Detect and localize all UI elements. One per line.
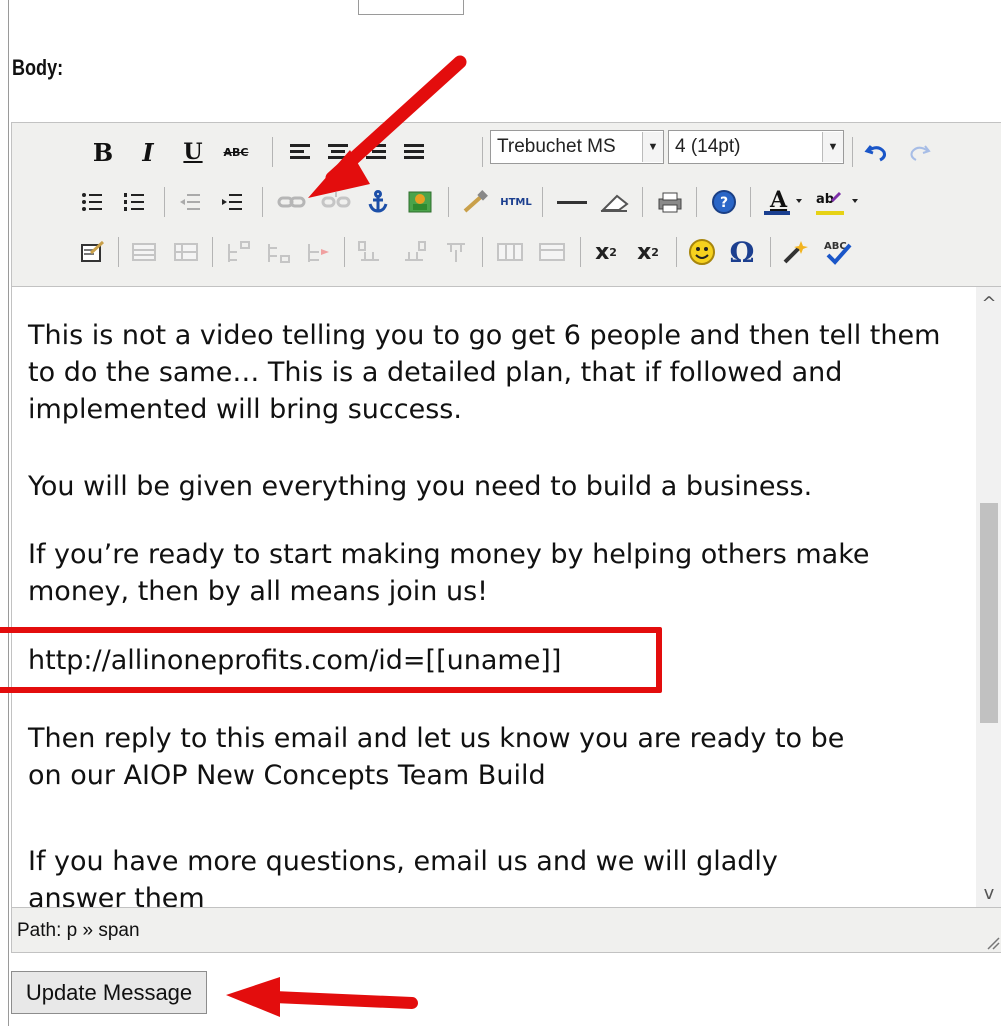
element-path: Path: p » span [17,920,140,941]
toolbar-separator [164,187,165,217]
toolbar-separator [580,237,581,267]
split-cells-icon[interactable] [492,235,528,269]
path-statusbar: Path: p » span [12,907,1001,952]
chevron-down-icon: ▼ [642,132,663,162]
toolbar-separator [542,187,543,217]
scroll-thumb[interactable] [980,503,998,723]
superscript-icon[interactable]: x2 [632,235,664,269]
toolbar-separator [696,187,697,217]
merge-cells-icon[interactable] [534,235,570,269]
html-source-button[interactable]: HTML [496,185,536,219]
content-paragraph-6: If you have more questions, email us and… [28,846,778,907]
annotation-arrow-icon [308,55,467,198]
eraser-icon[interactable] [594,185,634,219]
toolbar-separator [482,137,483,167]
update-message-button[interactable]: Update Message [11,971,207,1014]
text-color-picker[interactable]: A [758,185,806,219]
toolbar-separator [642,187,643,217]
italic-button[interactable]: I [137,135,159,169]
annotation-arrow-icon [226,977,418,1017]
insert-col-after-icon[interactable] [398,235,430,269]
svg-text:ab: ab [816,192,834,207]
svg-text:?: ? [720,195,728,211]
editor-toolbar: B I U ABC Trebuchet MS ▼ 4 (14pt) ▼ HTML… [12,123,1001,286]
content-paragraph-2: You will be given everything you need to… [28,471,813,502]
page-left-rule [8,0,9,1026]
delete-col-icon[interactable] [440,235,472,269]
content-paragraph-5: Then reply to this email and let us know… [28,723,845,791]
bold-button[interactable]: B [92,135,114,169]
content-paragraph-1: This is not a video telling you to go ge… [28,320,941,425]
insert-col-before-icon[interactable] [354,235,386,269]
highlight-box-annotation [0,627,662,693]
font-size-select[interactable]: 4 (14pt) ▼ [668,130,844,164]
font-size-value: 4 (14pt) [675,136,741,157]
toolbar-separator [212,237,213,267]
bullet-list-icon[interactable] [76,185,108,219]
toolbar-row-2: HTML ? A ab [12,183,1001,223]
toolbar-separator [344,237,345,267]
toolbar-separator [482,237,483,267]
toolbar-separator [750,187,751,217]
toolbar-separator [272,137,273,167]
body-label: Body: [12,55,64,80]
outdent-icon[interactable] [174,185,206,219]
toolbar-separator [676,237,677,267]
chevron-down-icon: ▼ [822,132,843,162]
special-char-icon[interactable]: Ω [724,235,760,269]
toolbar-separator [852,137,853,167]
spellcheck-icon[interactable]: ABC [820,235,856,269]
emoticon-icon[interactable] [684,235,720,269]
toolbar-separator [118,237,119,267]
magic-wand-icon[interactable] [778,235,812,269]
delete-row-icon[interactable] [302,235,334,269]
undo-icon[interactable] [860,135,892,169]
resize-grip-icon[interactable] [986,936,1000,950]
editor-scrollbar[interactable]: ^ v [976,286,1001,907]
table-props-icon[interactable] [170,235,202,269]
rich-text-editor: B I U ABC Trebuchet MS ▼ 4 (14pt) ▼ HTML… [11,122,1001,953]
underline-button[interactable]: U [182,135,204,169]
toolbar-separator [262,187,263,217]
cut-off-input[interactable] [358,0,464,15]
editor-content-area[interactable]: This is not a video telling you to go ge… [12,286,976,907]
toolbar-row-1: B I U ABC Trebuchet MS ▼ 4 (14pt) ▼ [12,123,1001,167]
table-insert-icon[interactable] [128,235,160,269]
scroll-down-icon[interactable]: v [976,883,1001,904]
horizontal-rule-icon[interactable] [552,185,592,219]
subscript-icon[interactable]: x2 [590,235,622,269]
toolbar-row-3: x2 x2 Ω ABC [12,233,1001,273]
strikethrough-button[interactable]: ABC [222,135,250,169]
insert-row-before-icon[interactable] [222,235,254,269]
insert-row-after-icon[interactable] [262,235,294,269]
edit-document-icon[interactable] [76,235,108,269]
highlight-color-picker[interactable]: ab [810,185,862,219]
indent-icon[interactable] [216,185,248,219]
numbered-list-icon[interactable] [118,185,150,219]
content-paragraph-3: If you’re ready to start making money by… [28,539,870,607]
redo-icon[interactable] [904,135,936,169]
svg-text:A: A [769,187,788,213]
font-family-select[interactable]: Trebuchet MS ▼ [490,130,664,164]
print-icon[interactable] [652,185,688,219]
help-icon[interactable]: ? [706,185,742,219]
font-family-value: Trebuchet MS [497,136,616,157]
toolbar-separator [770,237,771,267]
scroll-up-icon[interactable]: ^ [976,293,1001,314]
